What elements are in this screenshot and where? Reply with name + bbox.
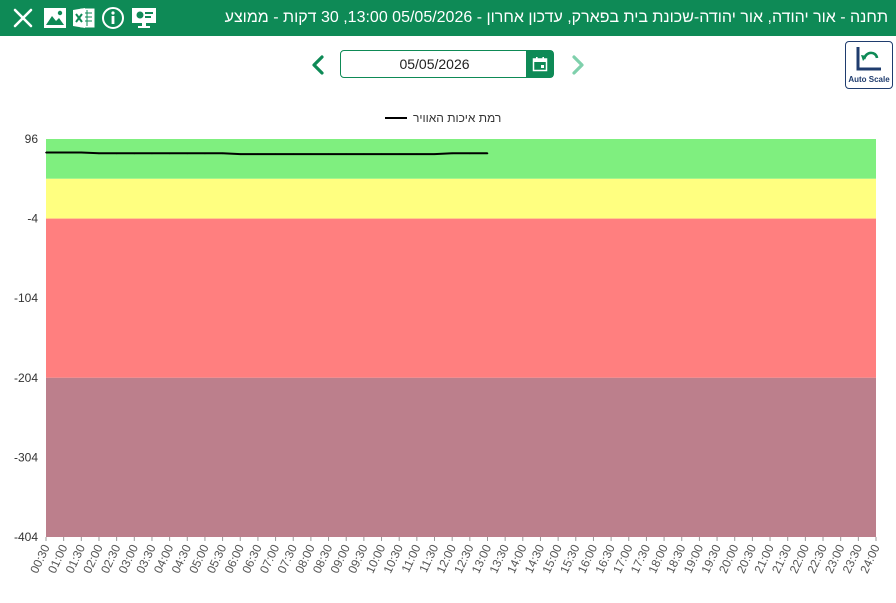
y-tick-label: -4: [27, 212, 38, 226]
data-point: [133, 152, 136, 155]
title-bar: תחנה - אור יהודה, אור יהודה-שכונת בית בפ…: [0, 0, 896, 36]
band-3: [46, 377, 876, 537]
data-point: [292, 153, 295, 155]
data-point: [416, 153, 418, 155]
date-input[interactable]: 05/05/2026: [341, 51, 528, 77]
auto-scale-button[interactable]: Auto Scale: [845, 41, 893, 89]
data-point: [115, 152, 118, 155]
data-point: [239, 153, 242, 155]
data-point: [221, 152, 224, 155]
data-point: [204, 152, 206, 155]
monitor-icon[interactable]: [129, 5, 159, 31]
band-1: [46, 178, 876, 219]
data-point: [451, 152, 453, 155]
chevron-left-icon: [312, 55, 324, 75]
data-point: [469, 152, 471, 155]
data-point: [363, 153, 365, 155]
image-icon[interactable]: [42, 5, 68, 31]
y-tick-label: -404: [14, 530, 38, 544]
excel-icon[interactable]: [71, 5, 97, 31]
data-point: [398, 153, 400, 155]
data-point: [80, 151, 83, 154]
air-quality-chart: 96-4-104-204-304-40400:3001:0001:3002:00…: [14, 132, 883, 575]
y-tick-label: 96: [25, 132, 39, 146]
y-tick-label: -104: [14, 291, 38, 305]
date-picker[interactable]: 05/05/2026: [340, 50, 554, 78]
data-point: [486, 152, 489, 155]
data-point: [327, 153, 330, 155]
data-point: [151, 152, 153, 155]
data-point: [257, 153, 259, 155]
calendar-button[interactable]: [526, 51, 553, 77]
close-icon[interactable]: [10, 5, 36, 31]
calendar-icon: [532, 57, 547, 72]
next-day-button[interactable]: [566, 50, 590, 80]
data-point: [98, 152, 100, 155]
band-2: [46, 218, 876, 378]
data-point: [345, 153, 348, 155]
data-point: [62, 151, 65, 154]
auto-scale-label: Auto Scale: [848, 75, 890, 84]
y-tick-label: -304: [14, 450, 38, 464]
auto-scale-icon: [856, 47, 881, 71]
data-point: [433, 153, 436, 155]
data-point: [186, 152, 189, 155]
data-point: [274, 153, 277, 155]
chevron-right-icon: [572, 55, 584, 75]
y-tick-label: -204: [14, 371, 38, 385]
band-0: [46, 139, 876, 179]
data-point: [310, 153, 312, 155]
data-point: [380, 153, 383, 155]
data-point: [168, 152, 171, 155]
page-title: תחנה - אור יהודה, אור יהודה-שכונת בית בפ…: [224, 9, 888, 26]
data-point: [45, 151, 47, 154]
previous-day-button[interactable]: [306, 50, 330, 80]
info-icon[interactable]: [100, 5, 126, 31]
